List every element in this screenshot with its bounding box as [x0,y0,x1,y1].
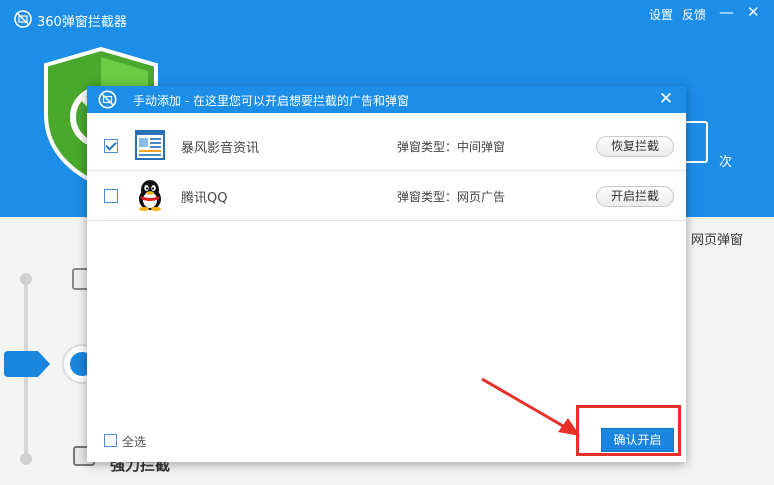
block-popup-logo-icon [14,10,32,28]
settings-menu[interactable]: 设置 [649,6,673,23]
enable-block-button[interactable]: 开启拦截 [596,186,674,207]
annotation-arrow-icon [481,377,580,436]
feedback-menu[interactable]: 反馈 [682,6,706,23]
block-popup-logo-icon [98,90,117,109]
dialog-header: 手动添加 - 在这里您可以开启想要拦截的广告和弹窗 ✕ [87,86,686,113]
timeline-dot [20,273,32,285]
qq-penguin-icon [139,180,161,211]
row-checkbox[interactable] [104,139,118,153]
select-all-label: 全选 [122,435,147,449]
popup-type: 弹窗类型：网页广告 [397,190,506,204]
timeline-pointer-icon [4,351,50,377]
minimize-button[interactable]: — [719,3,734,21]
news-app-icon [135,130,165,160]
app-title: 360弹窗拦截器 [37,15,127,30]
row-checkbox[interactable] [104,189,118,203]
dialog-close-icon[interactable]: ✕ [655,88,677,110]
app-name: 腾讯QQ [181,191,228,206]
select-all-checkbox[interactable] [104,434,117,447]
dialog-title: 手动添加 - 在这里您可以开启想要拦截的广告和弹窗 [133,94,409,108]
count-unit: 次 [719,155,733,170]
block-count-box [686,121,708,163]
webpage-popup-label: 网页弹窗 [691,233,744,248]
list-item: 腾讯QQ 弹窗类型：网页广告 开启拦截 [87,171,686,221]
app-name: 暴风影音资讯 [181,141,260,156]
list-item: 暴风影音资讯 弹窗类型：中间弹窗 恢复拦截 [87,121,686,171]
close-button[interactable]: ✕ [747,3,760,21]
popup-type: 弹窗类型：中间弹窗 [397,140,506,154]
restore-block-button[interactable]: 恢复拦截 [596,136,674,157]
annotation-highlight-box [576,405,681,456]
timeline-dot [20,453,32,465]
